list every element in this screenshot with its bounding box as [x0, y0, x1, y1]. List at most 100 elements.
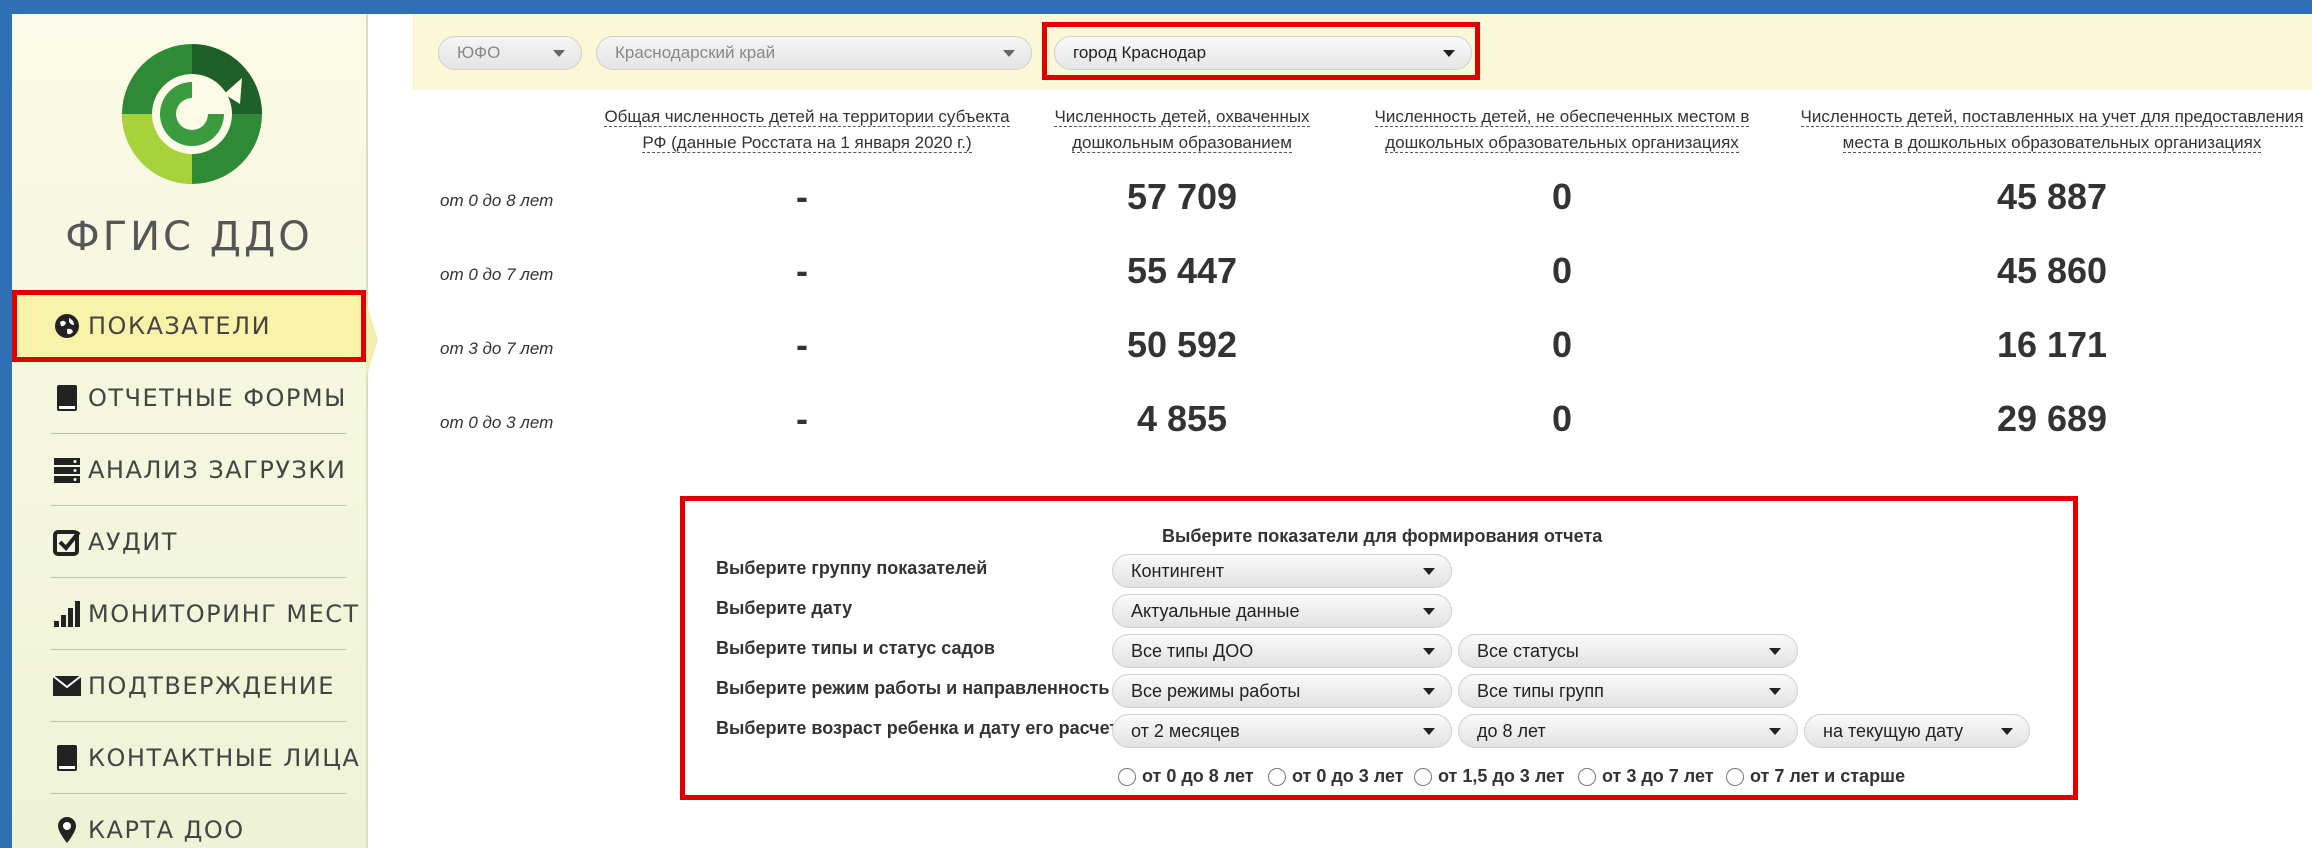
chevron-down-icon	[1423, 728, 1435, 735]
sidebar-nav: ПОКАЗАТЕЛИ ОТЧЕТНЫЕ ФОРМЫ АНАЛИЗ ЗАГРУЗК…	[12, 290, 366, 848]
stat-value: 16 171	[1996, 324, 2108, 365]
stat-value: 4 855	[1136, 398, 1228, 439]
nav-item-monitoring-mest[interactable]: МОНИТОРИНГ МЕСТ	[12, 578, 366, 650]
nav-item-analiz-zagruzki[interactable]: АНАЛИЗ ЗАГРУЗКИ	[12, 434, 366, 506]
chevron-down-icon	[1769, 648, 1781, 655]
city-select[interactable]: город Краснодар	[1054, 36, 1472, 70]
map-marker-icon	[52, 815, 82, 845]
nav-item-audit[interactable]: АУДИТ	[12, 506, 366, 578]
envelope-icon	[52, 671, 82, 701]
radio-label: от 1,5 до 3 лет	[1438, 766, 1565, 786]
radio-label: от 0 до 3 лет	[1292, 766, 1404, 786]
column-header-not-provided: Численность детей, не обеспеченных место…	[1352, 104, 1772, 156]
window-top-border	[0, 0, 2312, 8]
stat-value: 45 860	[1996, 250, 2108, 291]
select-value: Все типы ДОО	[1131, 640, 1254, 661]
work-mode-select[interactable]: Все режимы работы	[1112, 674, 1452, 708]
chevron-down-icon	[1769, 728, 1781, 735]
chevron-down-icon	[1003, 50, 1015, 57]
chevron-down-icon	[1443, 50, 1455, 57]
age-radio-0-8[interactable]: от 0 до 8 лет	[1118, 766, 1254, 787]
column-header-total: Общая численность детей на территории су…	[572, 104, 1042, 156]
column-header-line: Численность детей, охваченных	[1054, 107, 1310, 127]
radio-label: от 7 лет и старше	[1750, 766, 1906, 786]
select-value: Все статусы	[1477, 640, 1579, 661]
select-value: Все режимы работы	[1131, 680, 1301, 701]
chevron-down-icon	[553, 50, 565, 57]
column-header-covered: Численность детей, охваченных дошкольным…	[1032, 104, 1332, 156]
age-label: Выберите возраст ребенка и дату его расч…	[716, 718, 1129, 738]
signal-bars-icon	[52, 599, 82, 629]
column-header-line: Численность детей, не обеспеченных место…	[1374, 107, 1750, 127]
chevron-down-icon	[1423, 648, 1435, 655]
date-label: Выберите дату	[716, 598, 853, 618]
mode-label: Выберите режим работы и направленность	[716, 678, 1110, 698]
age-radio-3-7[interactable]: от 3 до 7 лет	[1578, 766, 1714, 787]
nav-item-karta-doo[interactable]: КАРТА ДОО	[12, 794, 366, 848]
radio-label: от 0 до 8 лет	[1142, 766, 1254, 786]
row-label: от 3 до 7 лет	[440, 339, 554, 358]
stat-value: -	[796, 176, 808, 217]
sidebar: ФГИС ДДО ПОКАЗАТЕЛИ ОТЧЕТНЫЕ ФОРМЫ АНАЛИ…	[12, 14, 368, 848]
date-select[interactable]: Актуальные данные	[1112, 594, 1452, 628]
row-label: от 0 до 3 лет	[440, 413, 554, 432]
stat-value: 0	[1551, 398, 1573, 439]
nav-label: АНАЛИЗ ЗАГРУЗКИ	[88, 456, 347, 484]
active-nav-pointer	[366, 302, 378, 378]
book-icon	[52, 383, 82, 413]
age-from-select[interactable]: от 2 месяцев	[1112, 714, 1452, 748]
chevron-down-icon	[2001, 728, 2013, 735]
chevron-down-icon	[1423, 568, 1435, 575]
column-header-line: места в дошкольных образовательных орган…	[1842, 133, 2262, 153]
select-value: Все типы групп	[1477, 680, 1604, 701]
radio-button[interactable]	[1578, 767, 1596, 786]
type-status-label: Выберите типы и статус садов	[716, 638, 995, 658]
app-frame: ФГИС ДДО ПОКАЗАТЕЛИ ОТЧЕТНЫЕ ФОРМЫ АНАЛИ…	[12, 14, 2312, 848]
row-label: от 0 до 8 лет	[440, 191, 554, 210]
nav-item-otchetnye-formy[interactable]: ОТЧЕТНЫЕ ФОРМЫ	[12, 362, 366, 434]
age-to-select[interactable]: до 8 лет	[1458, 714, 1798, 748]
select-value: до 8 лет	[1477, 720, 1546, 741]
region-select-value: Краснодарский край	[615, 43, 776, 62]
district-select[interactable]: ЮФО	[438, 36, 582, 70]
chevron-down-icon	[1423, 688, 1435, 695]
age-radio-0-3[interactable]: от 0 до 3 лет	[1268, 766, 1404, 787]
nav-label: КАРТА ДОО	[88, 816, 245, 844]
row-label: от 0 до 7 лет	[440, 265, 554, 284]
nav-label: ОТЧЕТНЫЕ ФОРМЫ	[88, 384, 347, 412]
chevron-down-icon	[1423, 608, 1435, 615]
select-value: Актуальные данные	[1131, 600, 1300, 621]
book-icon	[52, 743, 82, 773]
status-select[interactable]: Все статусы	[1458, 634, 1798, 668]
age-radio-7-plus[interactable]: от 7 лет и старше	[1726, 766, 1905, 787]
nav-item-pokazateli[interactable]: ПОКАЗАТЕЛИ	[12, 290, 366, 362]
nav-label: МОНИТОРИНГ МЕСТ	[88, 600, 360, 628]
column-header-line: Численность детей, поставленных на учет …	[1800, 107, 2304, 127]
radio-button[interactable]	[1726, 767, 1744, 786]
age-date-select[interactable]: на текущую дату	[1804, 714, 2030, 748]
server-icon	[52, 455, 82, 485]
nav-item-podtverzhdenie[interactable]: ПОДТВЕРЖДЕНИЕ	[12, 650, 366, 722]
radio-button[interactable]	[1268, 767, 1286, 786]
nav-label: ПОДТВЕРЖДЕНИЕ	[88, 672, 335, 700]
age-radio-1_5-3[interactable]: от 1,5 до 3 лет	[1414, 766, 1565, 787]
column-header-line: РФ (данные Росстата на 1 января 2020 г.)	[642, 133, 972, 153]
region-select[interactable]: Краснодарский край	[596, 36, 1032, 70]
nav-label: КОНТАКТНЫЕ ЛИЦА	[88, 744, 361, 772]
globe-icon	[52, 311, 82, 341]
doo-type-select[interactable]: Все типы ДОО	[1112, 634, 1452, 668]
stat-value: 50 592	[1126, 324, 1238, 365]
radio-button[interactable]	[1118, 767, 1136, 786]
column-header-registered: Численность детей, поставленных на учет …	[1792, 104, 2312, 156]
city-select-value: город Краснодар	[1073, 43, 1207, 62]
radio-button[interactable]	[1414, 767, 1432, 786]
district-select-value: ЮФО	[457, 43, 501, 62]
indicator-group-select[interactable]: Контингент	[1112, 554, 1452, 588]
stat-value: 0	[1551, 176, 1573, 217]
fgis-logo-icon	[122, 44, 262, 184]
group-type-select[interactable]: Все типы групп	[1458, 674, 1798, 708]
radio-label: от 3 до 7 лет	[1602, 766, 1714, 786]
stat-value: -	[796, 398, 808, 439]
nav-item-kontaktnye-litsa[interactable]: КОНТАКТНЫЕ ЛИЦА	[12, 722, 366, 794]
column-header-line: дошкольных образовательных организациях	[1385, 133, 1739, 153]
